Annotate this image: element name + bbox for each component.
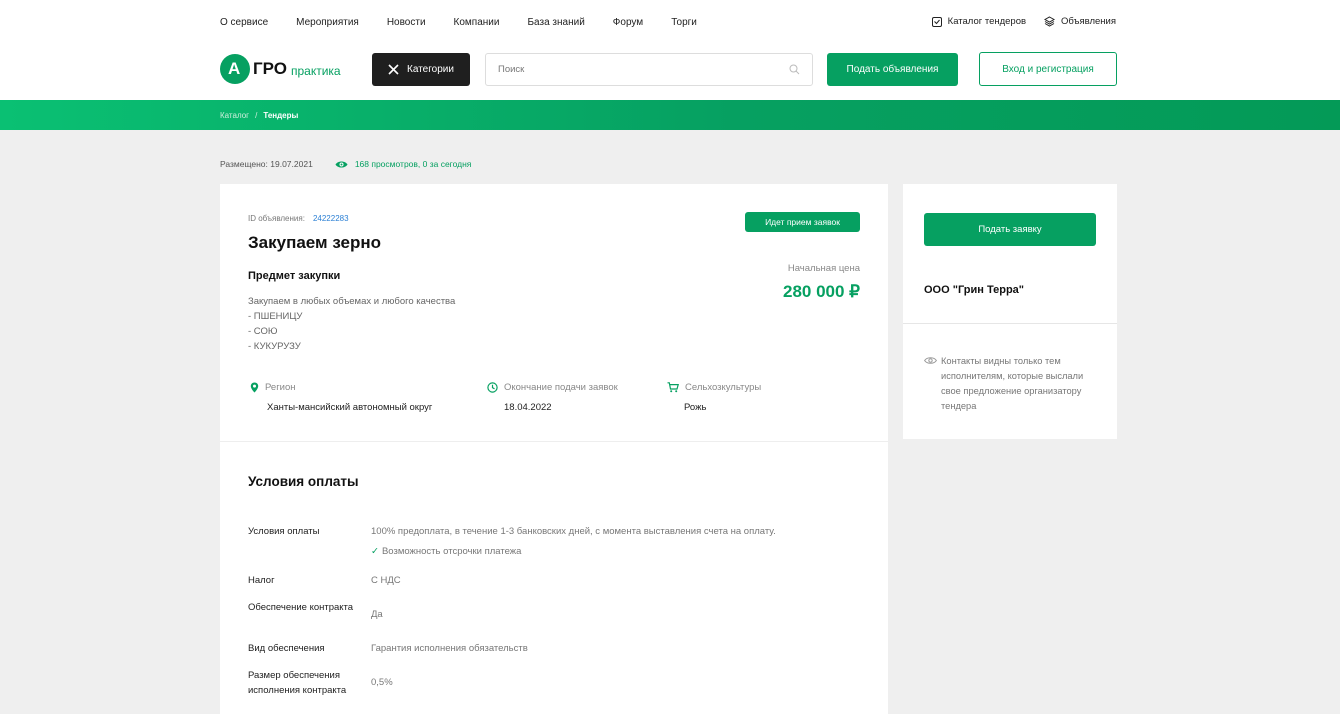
breadcrumb: Каталог / Тендеры — [220, 111, 298, 120]
deadline-value: 18.04.2022 — [504, 402, 552, 413]
listing-id-label: ID объявления: — [248, 214, 305, 223]
categories-label: Категории — [407, 64, 454, 75]
deadline-label: Окончание подачи заявок — [504, 382, 618, 393]
top-nav-right: Каталог тендеров Объявления — [914, 16, 1116, 27]
posted-date: Размещено: 19.07.2021 — [220, 159, 313, 169]
status-badge: Идет прием заявок — [745, 212, 860, 232]
condition-key: Условия оплаты — [248, 526, 320, 537]
payment-conditions: Условия оплаты Условия оплаты 100% предо… — [220, 442, 888, 714]
description-line: - ПШЕНИЦУ — [248, 311, 303, 322]
status-label: Идет прием заявок — [765, 217, 840, 227]
breadcrumb-current: Тендеры — [263, 111, 299, 120]
breadcrumb-separator: / — [255, 111, 258, 120]
region-label-row: Регион — [250, 382, 432, 393]
logo-suffix-text: практика — [290, 64, 341, 78]
condition-value: С НДС — [371, 575, 401, 586]
organization-name[interactable]: ООО "Грин Терра" — [924, 284, 1024, 296]
region-value: Ханты-мансийский автономный округ — [267, 402, 433, 413]
eye-icon — [335, 161, 348, 167]
region-label: Регион — [265, 382, 296, 393]
nav-link-forum[interactable]: Форум — [613, 17, 643, 28]
condition-value: 100% предоплата, в течение 1-3 банковски… — [371, 526, 776, 537]
search-box — [485, 53, 813, 86]
condition-key: Вид обеспечения — [248, 643, 325, 654]
deadline-info: Окончание подачи заявок 18.04.2022 — [487, 382, 618, 413]
crops-info: Сельхозкультуры Рожь — [667, 382, 761, 413]
listing-meta: Размещено: 19.07.2021 168 просмотров, 0 … — [220, 159, 471, 169]
top-nav-links: О сервисе Мероприятия Новости Компании Б… — [220, 17, 725, 28]
divider — [903, 323, 1117, 324]
ads-link[interactable]: Объявления — [1044, 16, 1116, 27]
crops-value: Рожь — [684, 402, 707, 413]
crops-label-row: Сельхозкультуры — [667, 382, 761, 393]
logo-mark: А — [220, 54, 250, 84]
condition-value: Да — [371, 609, 383, 620]
deadline-label-row: Окончание подачи заявок — [487, 382, 618, 393]
tender-catalog-link[interactable]: Каталог тендеров — [931, 16, 1027, 27]
tender-summary: ID объявления: 24222283 Идет прием заявок… — [220, 184, 888, 442]
cart-icon — [667, 382, 679, 393]
apply-label: Подать заявку — [978, 224, 1042, 235]
clock-icon — [487, 382, 498, 393]
condition-key: Налог — [248, 575, 275, 586]
nav-link-news[interactable]: Новости — [387, 17, 426, 28]
tender-catalog-label: Каталог тендеров — [947, 16, 1027, 27]
condition-value: 0,5% — [371, 677, 393, 688]
site-logo[interactable]: А ГРО практика — [220, 54, 341, 84]
tender-card: ID объявления: 24222283 Идет прием заявок… — [220, 184, 888, 714]
post-ad-button[interactable]: Подать объявления — [827, 53, 958, 86]
listing-id-value[interactable]: 24222283 — [313, 214, 349, 223]
subject-description: Закупаем в любых объемах и любого качест… — [248, 294, 455, 354]
contacts-note-text: Контакты видны только тем исполнителям, … — [941, 356, 1084, 411]
logo-bold-text: ГРО — [253, 59, 287, 78]
listing-id: ID объявления: 24222283 — [248, 214, 349, 223]
location-pin-icon — [250, 382, 259, 393]
views-text: 168 просмотров, 0 за сегодня — [354, 159, 472, 169]
description-line: - СОЮ — [248, 326, 278, 337]
description-line: - КУКУРУЗУ — [248, 341, 301, 352]
search-icon[interactable] — [789, 64, 800, 75]
eye-icon — [924, 357, 937, 364]
top-navigation: О сервисе Мероприятия Новости Компании Б… — [0, 0, 1340, 46]
condition-key: Обеспечение контракта — [248, 602, 354, 613]
conditions-heading: Условия оплаты — [248, 474, 359, 489]
deferral-option: ✓ Возможность отсрочки платежа — [371, 546, 521, 557]
deferral-text: Возможность отсрочки платежа — [381, 546, 522, 557]
post-ad-label: Подать объявления — [846, 64, 939, 75]
nav-link-about[interactable]: О сервисе — [220, 17, 268, 28]
categories-button[interactable]: Категории — [372, 53, 470, 86]
contacts-note: Контакты видны только тем исполнителям, … — [924, 354, 1104, 414]
search-input[interactable] — [498, 64, 768, 75]
nav-link-knowledge-base[interactable]: База знаний — [527, 17, 584, 28]
condition-value: Гарантия исполнения обязательств — [371, 643, 528, 654]
check-icon: ✓ — [371, 546, 379, 557]
crops-label: Сельхозкультуры — [685, 382, 762, 393]
logo-letter: А — [228, 59, 241, 78]
login-register-label: Вход и регистрация — [1002, 63, 1094, 75]
breadcrumb-bar: Каталог / Тендеры — [0, 100, 1340, 130]
tender-title: Закупаем зерно — [248, 233, 382, 252]
apply-button[interactable]: Подать заявку — [924, 213, 1096, 246]
starting-price: 280 000 ₽ — [783, 282, 860, 301]
login-register-button[interactable]: Вход и регистрация — [979, 52, 1117, 86]
region-info: Регион Ханты-мансийский автономный округ — [250, 382, 432, 413]
tender-catalog-icon — [931, 16, 942, 27]
layers-icon — [1044, 16, 1056, 27]
description-line: Закупаем в любых объемах и любого качест… — [248, 296, 456, 307]
close-icon — [388, 64, 399, 75]
nav-link-tenders[interactable]: Торги — [671, 17, 697, 28]
sidebar-card: Подать заявку ООО "Грин Терра" Контакты … — [903, 184, 1117, 439]
nav-link-events[interactable]: Мероприятия — [296, 17, 359, 28]
ads-label: Объявления — [1061, 16, 1116, 27]
condition-key: Размер обеспечения исполнения контракта — [248, 670, 347, 696]
nav-link-companies[interactable]: Компании — [454, 17, 500, 28]
subject-heading: Предмет закупки — [248, 270, 341, 282]
breadcrumb-catalog[interactable]: Каталог — [220, 111, 249, 120]
starting-price-label: Начальная цена — [787, 263, 860, 274]
views-counter: 168 просмотров, 0 за сегодня — [335, 159, 472, 169]
header: А ГРО практика Категории Подать объявлен… — [0, 46, 1340, 100]
